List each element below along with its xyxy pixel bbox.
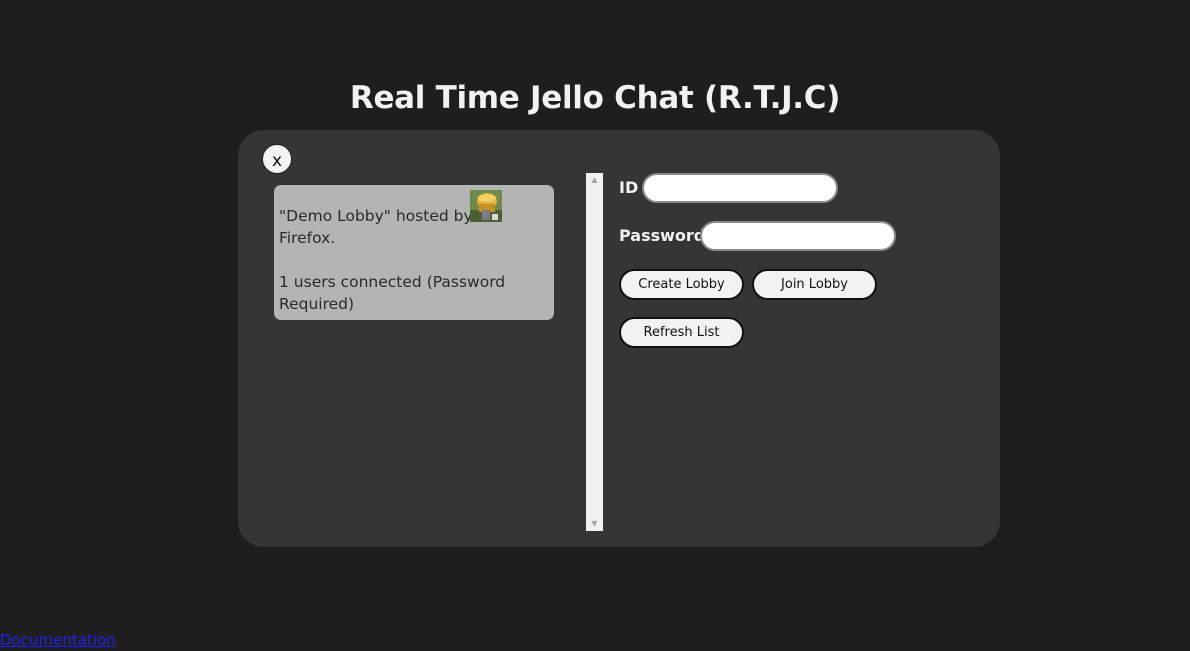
scroll-up-icon[interactable]: ▲	[586, 173, 603, 187]
scroll-down-icon[interactable]: ▼	[586, 517, 603, 531]
host-avatar	[470, 190, 502, 222]
lobby-panel: x "Demo Lobby" hosted by Firefox. 1 user…	[238, 130, 1000, 547]
password-label: Password	[619, 226, 706, 245]
lobby-title: "Demo Lobby" hosted by	[279, 207, 473, 225]
lobby-list-scrollbar[interactable]: ▲ ▼	[586, 173, 603, 531]
lobby-status: 1 users connected (Password Required)	[279, 273, 506, 313]
refresh-list-button[interactable]: Refresh List	[619, 317, 744, 348]
join-lobby-button[interactable]: Join Lobby	[752, 269, 877, 300]
close-button[interactable]: x	[262, 144, 292, 174]
id-input[interactable]	[642, 173, 838, 203]
create-lobby-button[interactable]: Create Lobby	[619, 269, 744, 300]
page-title: Real Time Jello Chat (R.T.J.C)	[349, 80, 841, 116]
lobby-host: Firefox.	[279, 229, 336, 247]
id-label: ID	[619, 178, 639, 197]
password-input[interactable]	[700, 221, 896, 251]
lobby-list: "Demo Lobby" hosted by Firefox. 1 users …	[274, 173, 604, 531]
lobby-card[interactable]: "Demo Lobby" hosted by Firefox. 1 users …	[274, 185, 554, 320]
documentation-link[interactable]: Documentation	[0, 631, 116, 649]
